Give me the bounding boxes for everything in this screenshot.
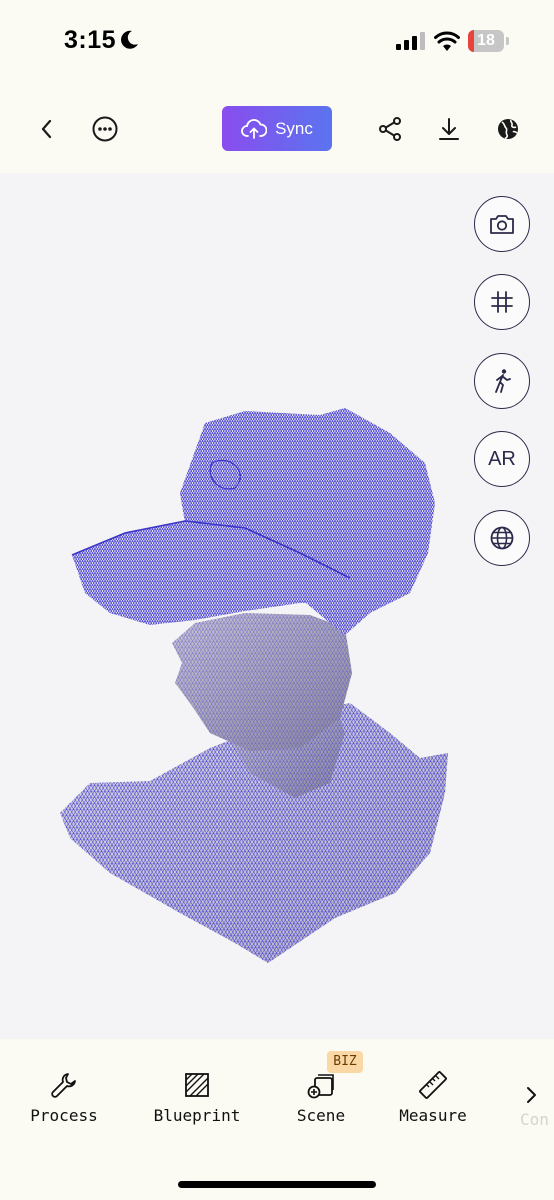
tab-measure[interactable]: Measure (394, 1068, 472, 1125)
cellular-signal-icon (396, 32, 425, 50)
download-button[interactable] (432, 112, 466, 146)
back-button[interactable] (30, 112, 64, 146)
ar-label: AR (488, 447, 516, 470)
status-bar: 3:15 18 (0, 0, 554, 88)
globe-icon (498, 119, 518, 140)
download-icon (439, 118, 459, 140)
share-icon (379, 117, 401, 141)
tab-blueprint[interactable]: Blueprint (147, 1068, 247, 1125)
walk-mode-button[interactable] (474, 353, 530, 409)
wrench-icon (51, 1073, 76, 1098)
tab-partial-label[interactable]: Con (520, 1110, 549, 1129)
tab-blueprint-label: Blueprint (153, 1106, 241, 1125)
walk-icon (495, 369, 511, 393)
globe-button[interactable] (491, 112, 525, 146)
moon-icon (121, 30, 138, 49)
battery-level: 18 (477, 32, 495, 49)
camera-icon (490, 215, 514, 234)
mesh-model[interactable] (0, 173, 554, 1039)
chevron-left-icon (41, 119, 52, 139)
grid-icon (491, 291, 513, 313)
tab-scene[interactable]: Scene (285, 1068, 357, 1125)
tab-scene-label: Scene (296, 1106, 346, 1125)
ellipsis-circle-icon (92, 116, 118, 142)
status-time: 3:15 (64, 26, 117, 54)
sync-button[interactable]: Sync (222, 106, 332, 151)
model-viewport[interactable]: AR (0, 173, 554, 1039)
ar-button[interactable]: AR (474, 431, 530, 487)
cloud-upload-icon (241, 118, 268, 139)
wifi-icon (434, 31, 460, 51)
chevron-right-icon[interactable] (522, 1084, 540, 1106)
tab-process[interactable]: Process (24, 1068, 104, 1125)
scene-add-icon (307, 1074, 334, 1099)
more-options-button[interactable] (88, 112, 122, 146)
tab-measure-label: Measure (399, 1106, 467, 1125)
share-button[interactable] (373, 112, 407, 146)
tab-process-label: Process (30, 1106, 98, 1125)
sync-label: Sync (275, 118, 313, 138)
blueprint-icon (185, 1073, 209, 1097)
grid-button[interactable] (474, 274, 530, 330)
globe-icon (490, 526, 514, 550)
camera-button[interactable] (474, 196, 530, 252)
battery-indicator: 18 (468, 30, 510, 52)
ruler-icon (419, 1071, 447, 1099)
home-indicator (178, 1181, 376, 1188)
wireframe-globe-button[interactable] (474, 510, 530, 566)
